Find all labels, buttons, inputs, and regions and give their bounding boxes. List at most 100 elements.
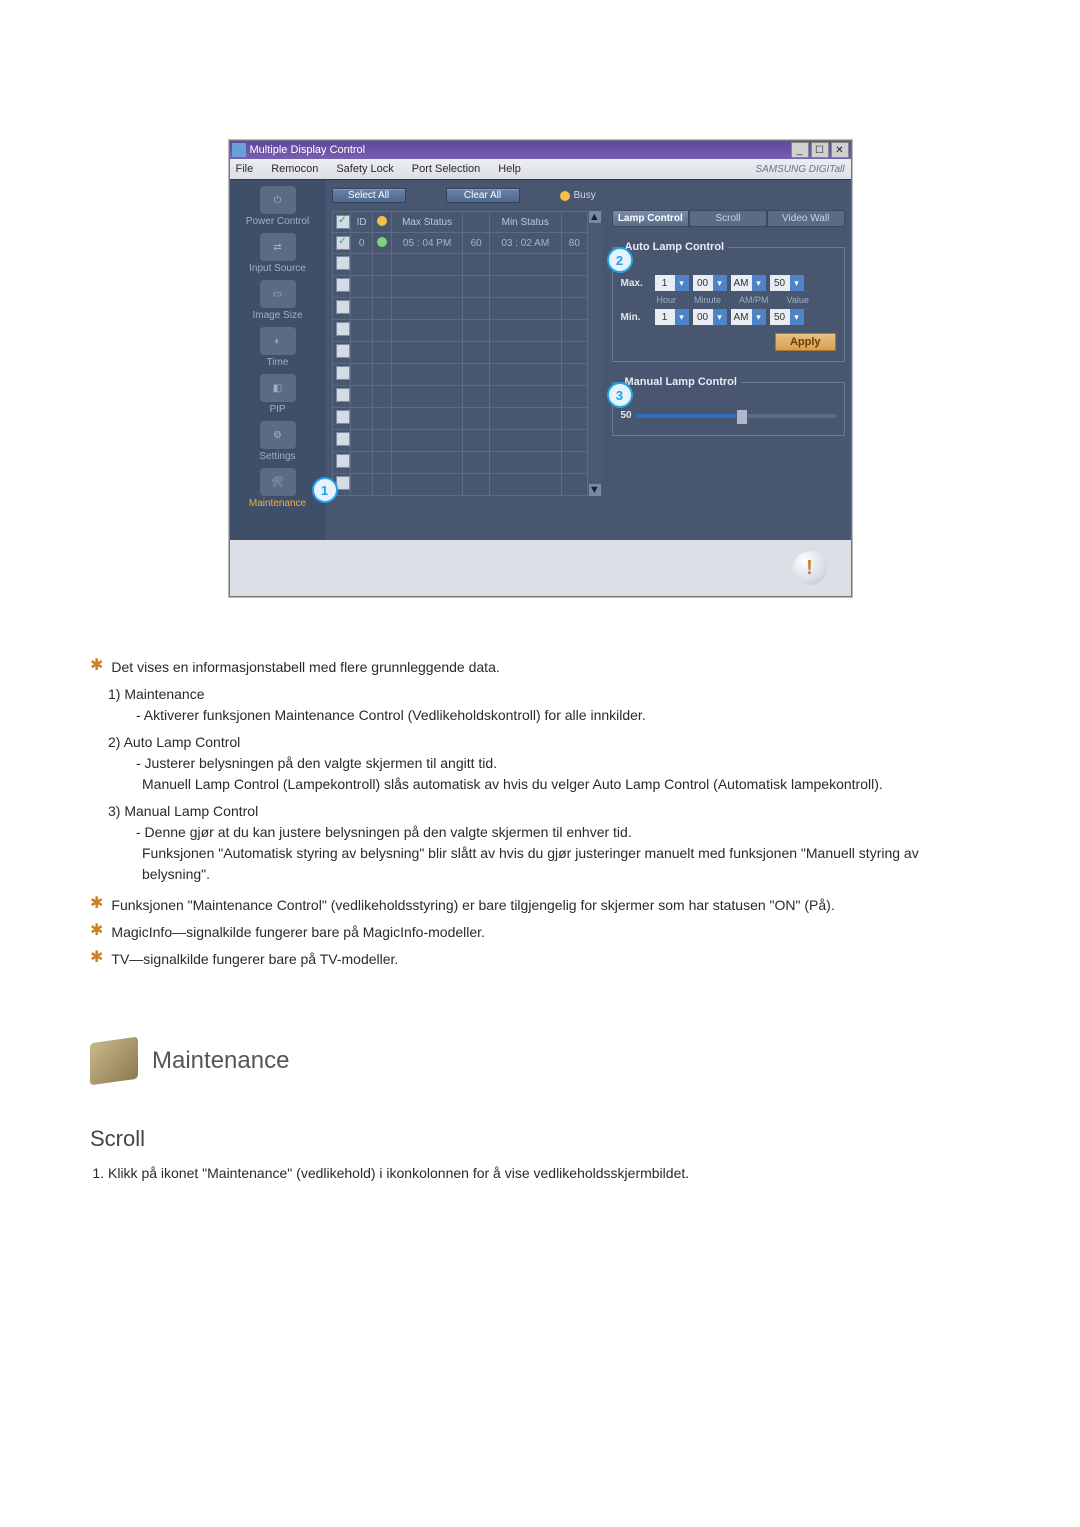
chevron-down-icon: ▾ — [790, 309, 804, 325]
image-size-icon: ▭ — [260, 280, 296, 308]
max-row: Max. 1▾ 00▾ AM▾ 50▾ — [621, 275, 836, 291]
table-row[interactable] — [332, 254, 588, 276]
star-icon: ✱ — [90, 949, 103, 970]
sidebar-item-power[interactable]: ⏻ Power Control — [230, 186, 326, 227]
sidebar-item-image-size[interactable]: ▭ Image Size — [230, 280, 326, 321]
row-checkbox[interactable] — [336, 322, 350, 336]
clear-all-button[interactable]: Clear All — [446, 188, 520, 203]
sidebar-item-settings[interactable]: ⚙ Settings — [230, 421, 326, 462]
min-hour-select[interactable]: 1▾ — [655, 309, 689, 325]
min-minute-select[interactable]: 00▾ — [693, 309, 727, 325]
table-row[interactable] — [332, 408, 588, 430]
manual-lamp-value: 50 — [621, 410, 632, 421]
auto-lamp-fieldset: Auto Lamp Control 2 Max. 1▾ 00▾ AM▾ 50▾ … — [612, 241, 845, 362]
display-grid: ID Max Status Min Status 0 05 : 04 PM — [332, 211, 589, 496]
document-body: ✱ Det vises en informasjonstabell med fl… — [90, 657, 990, 1184]
apply-button[interactable]: Apply — [775, 333, 836, 351]
maximize-button[interactable]: ☐ — [811, 142, 829, 158]
chevron-down-icon: ▾ — [713, 275, 727, 291]
titlebar: Multiple Display Control _ ☐ ✕ — [230, 141, 851, 159]
chevron-down-icon: ▾ — [675, 275, 689, 291]
note-text: Det vises en informasjonstabell med fler… — [111, 657, 499, 678]
maintenance-icon: 🛠 — [260, 468, 296, 496]
tab-lamp-control[interactable]: Lamp Control — [612, 210, 690, 227]
note-text: TV—signalkilde fungerer bare på TV-model… — [111, 949, 398, 970]
row-checkbox[interactable] — [336, 236, 350, 250]
chevron-down-icon: ▾ — [713, 309, 727, 325]
max-hour-select[interactable]: 1▾ — [655, 275, 689, 291]
close-button[interactable]: ✕ — [831, 142, 849, 158]
status-led-icon — [377, 216, 387, 226]
row-checkbox[interactable] — [336, 388, 350, 402]
min-value-select[interactable]: 50▾ — [770, 309, 804, 325]
grid-header-row: ID Max Status Min Status — [332, 212, 588, 233]
table-row[interactable] — [332, 320, 588, 342]
list-item: 2) Auto Lamp Control - Justerer belysnin… — [108, 732, 990, 795]
min-ampm-select[interactable]: AM▾ — [731, 309, 766, 325]
table-row[interactable] — [332, 452, 588, 474]
badge-3: 3 — [607, 382, 633, 408]
table-row[interactable] — [332, 364, 588, 386]
grid-scrollbar[interactable]: ▲ ▼ — [588, 211, 601, 496]
cell-id: 0 — [350, 233, 373, 254]
row-status-led-icon — [377, 237, 387, 247]
cell-min-val: 80 — [561, 233, 588, 254]
table-row[interactable] — [332, 298, 588, 320]
row-checkbox[interactable] — [336, 432, 350, 446]
row-checkbox[interactable] — [336, 454, 350, 468]
max-value-select[interactable]: 50▾ — [770, 275, 804, 291]
app-icon — [232, 143, 246, 157]
header-checkbox[interactable] — [336, 215, 350, 229]
star-icon: ✱ — [90, 922, 103, 943]
brand-label: SAMSUNG DIGITall — [755, 164, 844, 175]
list-item: 1) Maintenance - Aktiverer funksjonen Ma… — [108, 684, 990, 726]
table-row[interactable] — [332, 386, 588, 408]
table-row[interactable] — [332, 430, 588, 452]
sidebar: ⏻ Power Control ⇄ Input Source ▭ Image S… — [230, 180, 326, 540]
table-row[interactable] — [332, 342, 588, 364]
scroll-down-icon[interactable]: ▼ — [589, 484, 601, 496]
manual-lamp-slider[interactable] — [636, 414, 836, 418]
table-row[interactable] — [332, 276, 588, 298]
scroll-up-icon[interactable]: ▲ — [589, 211, 601, 223]
row-checkbox[interactable] — [336, 366, 350, 380]
menu-safety-lock[interactable]: Safety Lock — [336, 163, 393, 175]
badge-1: 1 — [312, 477, 338, 503]
table-row[interactable] — [332, 474, 588, 496]
note-text: Funksjonen "Maintenance Control" (vedlik… — [111, 895, 834, 916]
ordered-list: Klikk på ikonet "Maintenance" (vedlikeho… — [108, 1163, 990, 1184]
section-heading: Maintenance — [90, 1040, 990, 1082]
pip-icon: ◧ — [260, 374, 296, 402]
row-checkbox[interactable] — [336, 300, 350, 314]
manual-lamp-legend: Manual Lamp Control — [621, 376, 741, 388]
cell-max-val: 60 — [463, 233, 490, 254]
row-checkbox[interactable] — [336, 344, 350, 358]
sidebar-item-input[interactable]: ⇄ Input Source — [230, 233, 326, 274]
slider-thumb[interactable] — [736, 409, 748, 425]
window-title: Multiple Display Control — [250, 144, 366, 156]
menu-file[interactable]: File — [236, 163, 254, 175]
row-checkbox[interactable] — [336, 410, 350, 424]
tab-scroll[interactable]: Scroll — [689, 210, 767, 227]
list-item: 3) Manual Lamp Control - Denne gjør at d… — [108, 801, 990, 885]
time-icon: ◐ — [260, 327, 296, 355]
max-minute-select[interactable]: 00▾ — [693, 275, 727, 291]
menu-remocon[interactable]: Remocon — [271, 163, 318, 175]
maintenance-panel: Lamp Control Scroll Video Wall Auto Lamp… — [606, 180, 851, 540]
select-all-button[interactable]: Select All — [332, 188, 406, 203]
sidebar-item-time[interactable]: ◐ Time — [230, 327, 326, 368]
busy-indicator: Busy — [560, 190, 596, 201]
warning-icon: ! — [793, 551, 827, 585]
minimize-button[interactable]: _ — [791, 142, 809, 158]
menu-port-selection[interactable]: Port Selection — [412, 163, 480, 175]
row-checkbox[interactable] — [336, 278, 350, 292]
menu-help[interactable]: Help — [498, 163, 521, 175]
table-row[interactable]: 0 05 : 04 PM 60 03 : 02 AM 80 — [332, 233, 588, 254]
menubar: File Remocon Safety Lock Port Selection … — [230, 159, 851, 179]
max-ampm-select[interactable]: AM▾ — [731, 275, 766, 291]
tab-video-wall[interactable]: Video Wall — [767, 210, 845, 227]
chevron-down-icon: ▾ — [675, 309, 689, 325]
row-checkbox[interactable] — [336, 256, 350, 270]
sidebar-item-pip[interactable]: ◧ PIP — [230, 374, 326, 415]
row-checkbox[interactable] — [336, 476, 350, 490]
